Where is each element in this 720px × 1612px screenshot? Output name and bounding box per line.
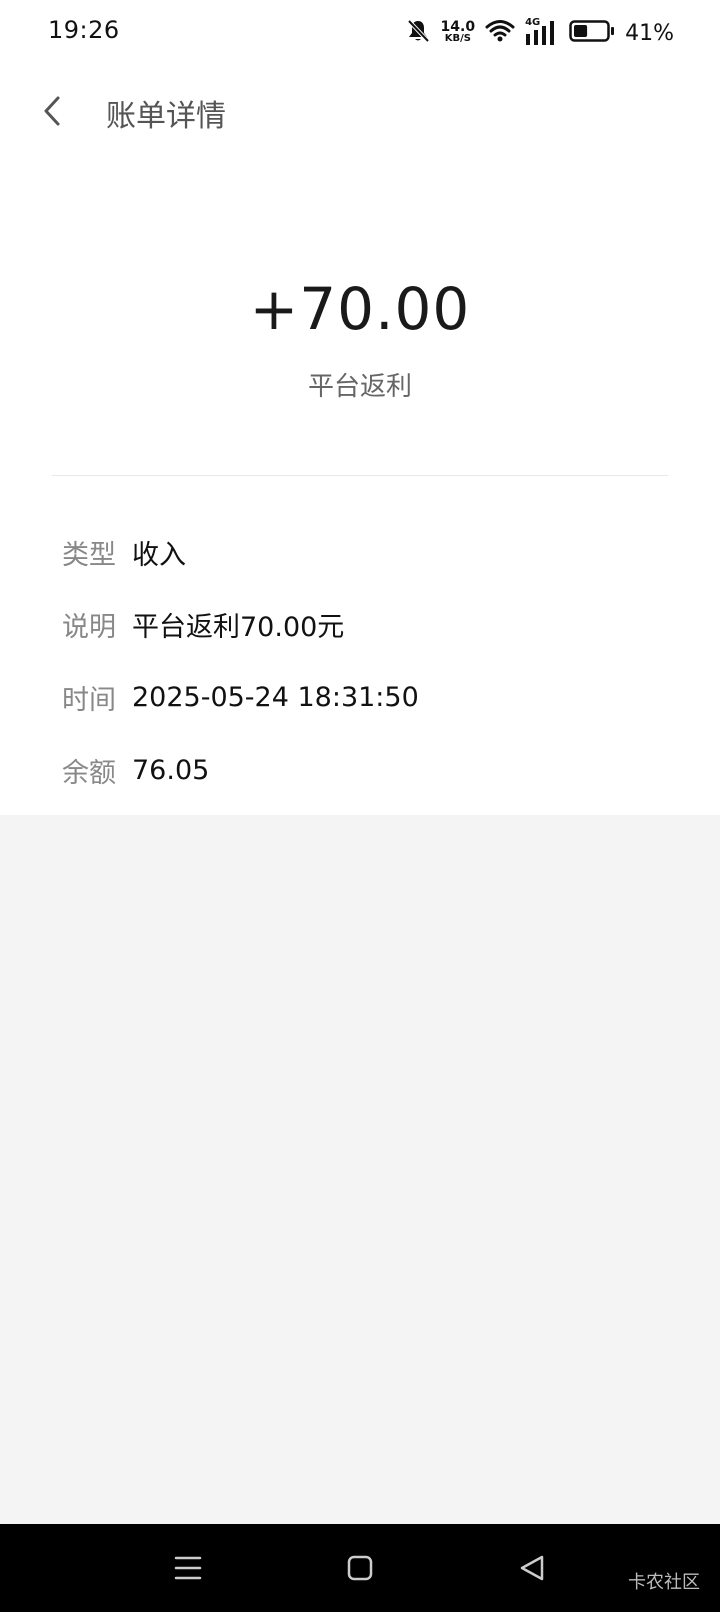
header: 账单详情 — [0, 75, 720, 145]
detail-value: 收入 — [132, 539, 186, 571]
wifi-icon — [485, 19, 515, 47]
bell-muted-icon — [405, 18, 431, 48]
detail-value: 平台返利70.00元 — [132, 611, 345, 643]
detail-label: 类型 — [62, 539, 116, 571]
detail-row-time: 时间 2025-05-24 18:31:50 — [62, 677, 419, 717]
battery-percent: 41% — [625, 20, 674, 46]
battery-icon — [569, 19, 615, 47]
detail-row-note: 说明 平台返利70.00元 — [62, 604, 344, 644]
home-button[interactable] — [336, 1544, 384, 1592]
page-title: 账单详情 — [106, 99, 226, 134]
square-icon — [347, 1555, 373, 1581]
status-icons: 14.0 KB/S 4G 41% — [405, 16, 674, 50]
chevron-left-icon — [44, 96, 60, 126]
menu-icon — [174, 1556, 202, 1580]
back-nav-button[interactable] — [508, 1544, 556, 1592]
watermark: 卡农社区 — [628, 1572, 700, 1593]
back-button[interactable] — [30, 89, 74, 133]
detail-label: 说明 — [62, 611, 116, 643]
detail-label: 余额 — [62, 757, 116, 789]
detail-value: 2025-05-24 18:31:50 — [132, 681, 419, 713]
detail-row-type: 类型 收入 — [62, 532, 186, 572]
detail-value: 76.05 — [132, 754, 210, 786]
status-time: 19:26 — [48, 16, 120, 44]
network-speed: 14.0 KB/S — [440, 19, 476, 44]
status-bar: 19:26 14.0 KB/S 4G 41% — [0, 0, 720, 64]
divider — [52, 475, 668, 476]
bill-amount: +70.00 — [249, 275, 471, 343]
triangle-back-icon — [520, 1555, 544, 1581]
bill-description: 平台返利 — [307, 372, 412, 402]
recent-apps-button[interactable] — [164, 1544, 212, 1592]
detail-row-balance: 余额 76.05 — [62, 750, 209, 790]
detail-label: 时间 — [62, 684, 116, 716]
cellular-signal-icon: 4G — [525, 17, 559, 47]
navigation-bar: 卡农社区 — [0, 1524, 720, 1612]
